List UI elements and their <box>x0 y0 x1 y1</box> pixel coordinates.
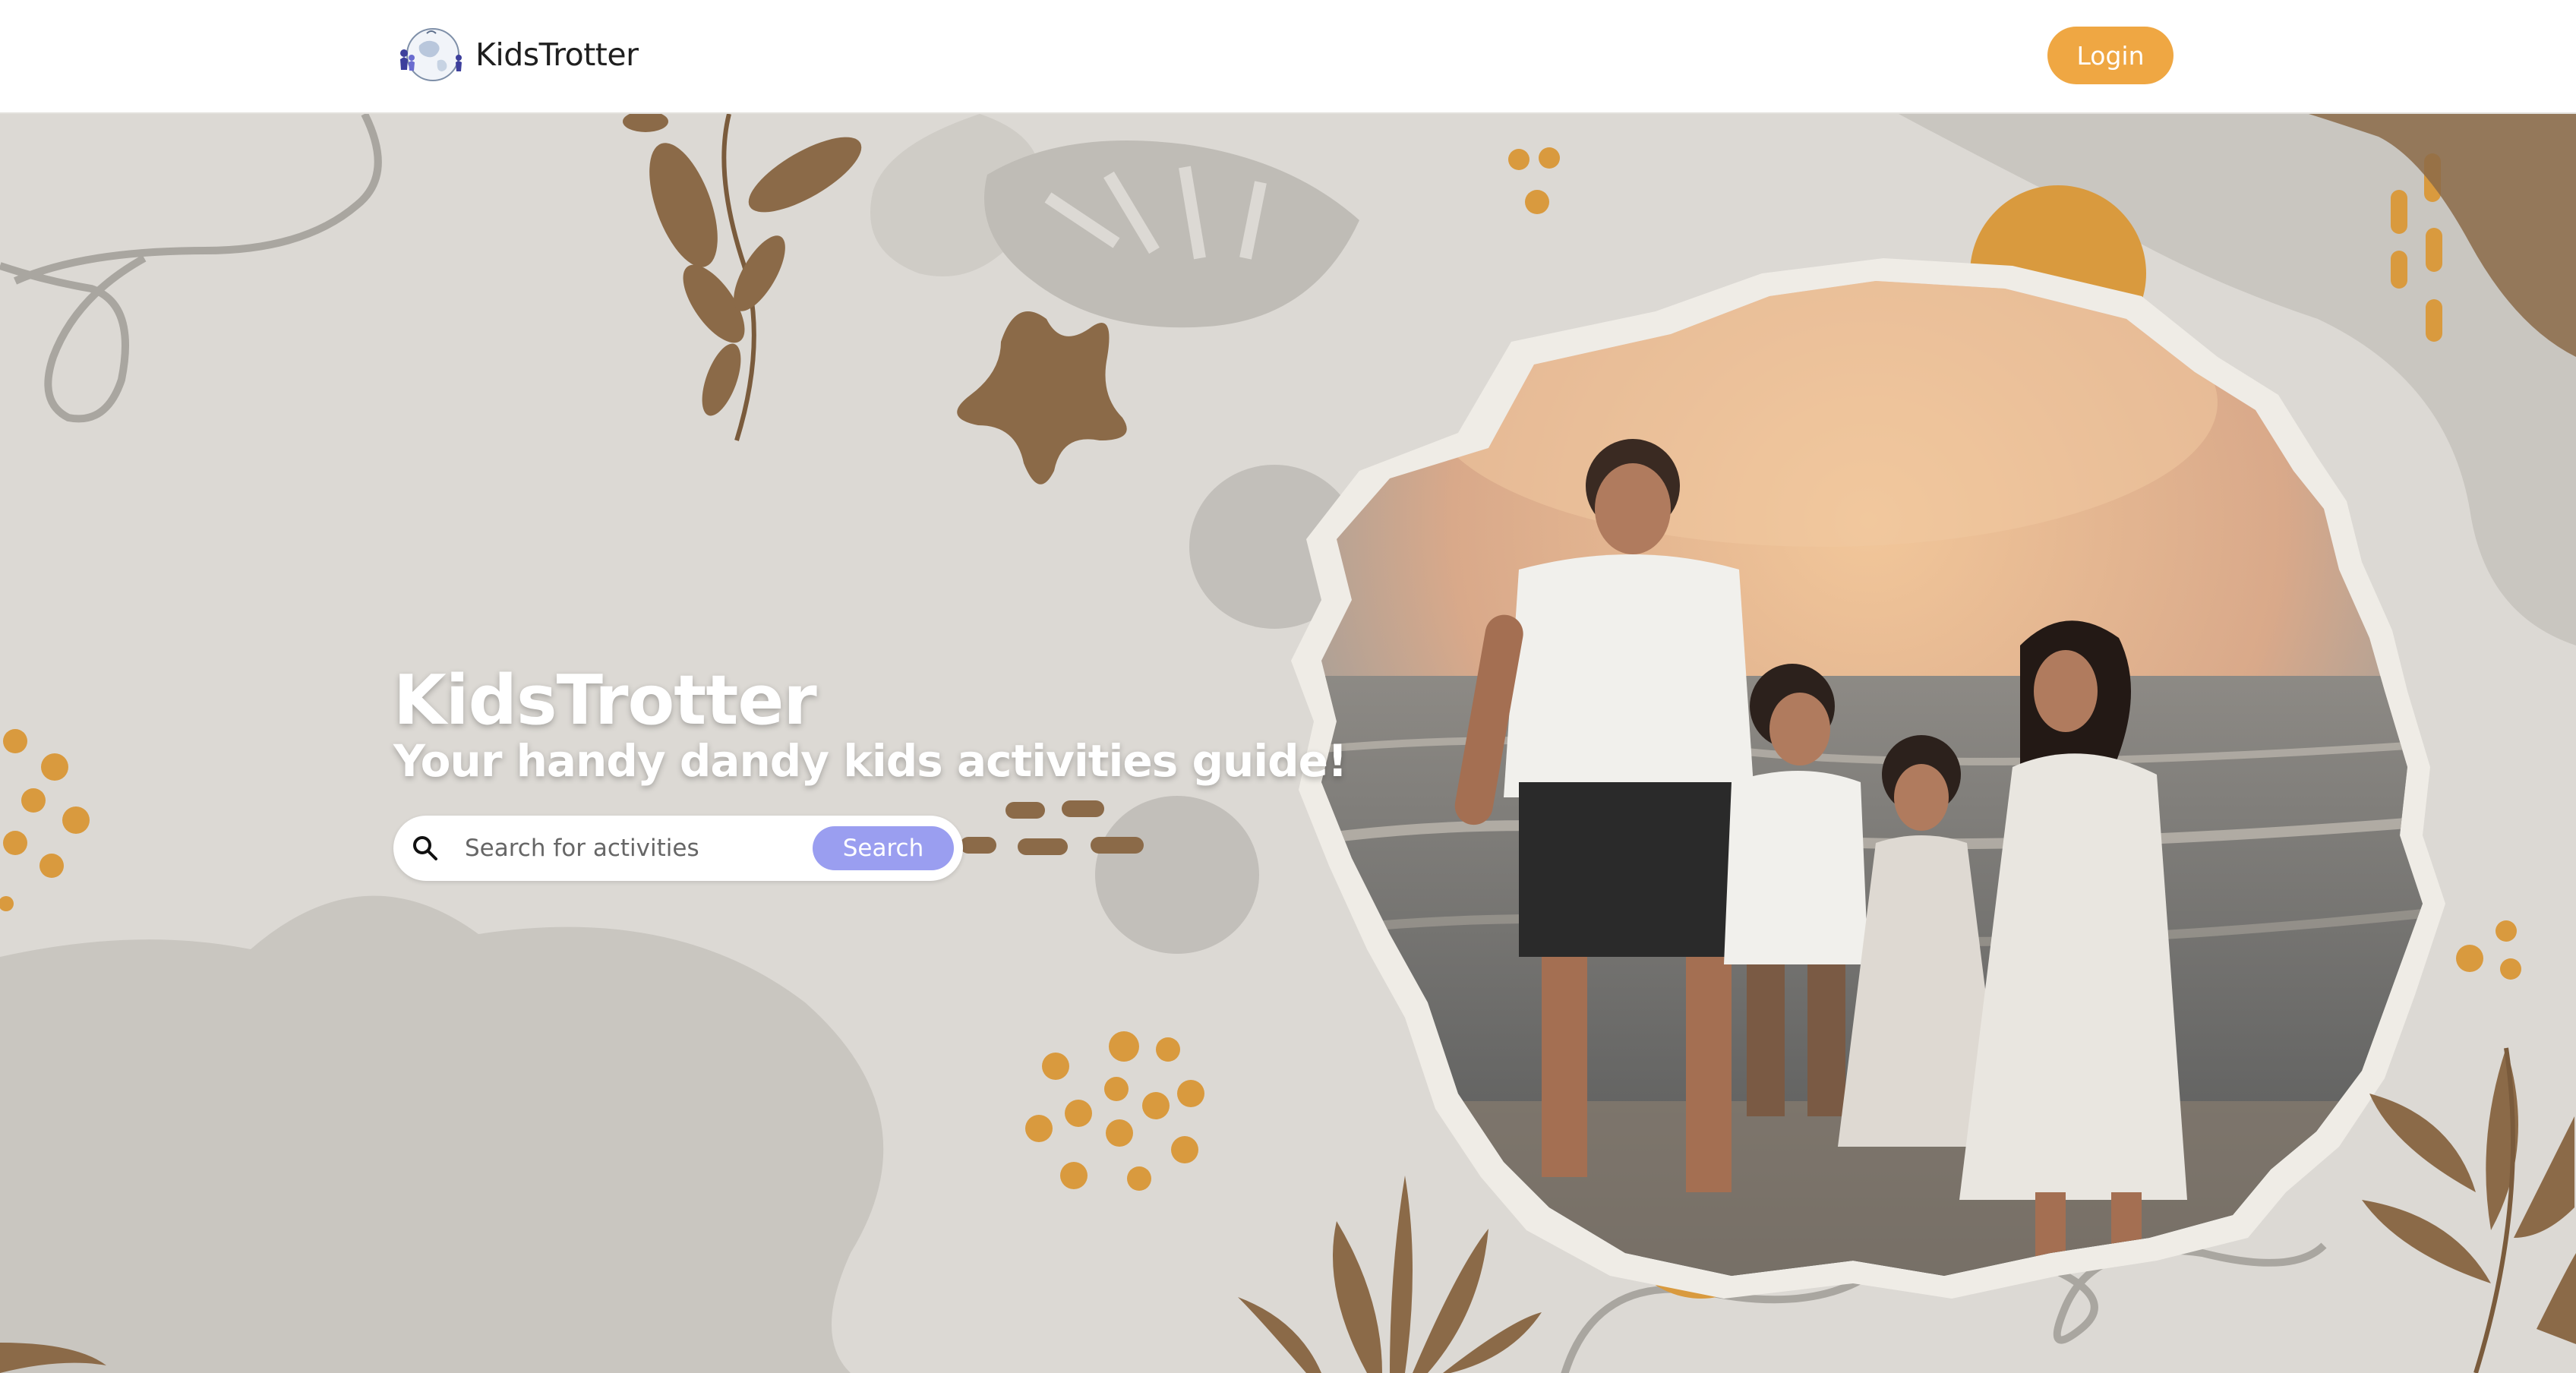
login-button[interactable]: Login <box>2047 27 2174 84</box>
search-icon[interactable] <box>409 832 442 865</box>
brand-link[interactable]: KidsTrotter <box>393 23 639 87</box>
hero-title: KidsTrotter <box>393 661 817 740</box>
activity-search-bar: Search <box>393 816 963 881</box>
brand-name: KidsTrotter <box>475 36 639 73</box>
globe-with-kids-logo <box>400 28 462 81</box>
top-navigation-bar: KidsTrotter Login <box>0 0 2576 114</box>
hero-subtitle: Your handy dandy kids activities guide! <box>393 735 1347 787</box>
search-input[interactable] <box>465 825 814 871</box>
hero-section: KidsTrotter Your handy dandy kids activi… <box>0 114 2576 1373</box>
search-button[interactable]: Search <box>813 826 954 870</box>
